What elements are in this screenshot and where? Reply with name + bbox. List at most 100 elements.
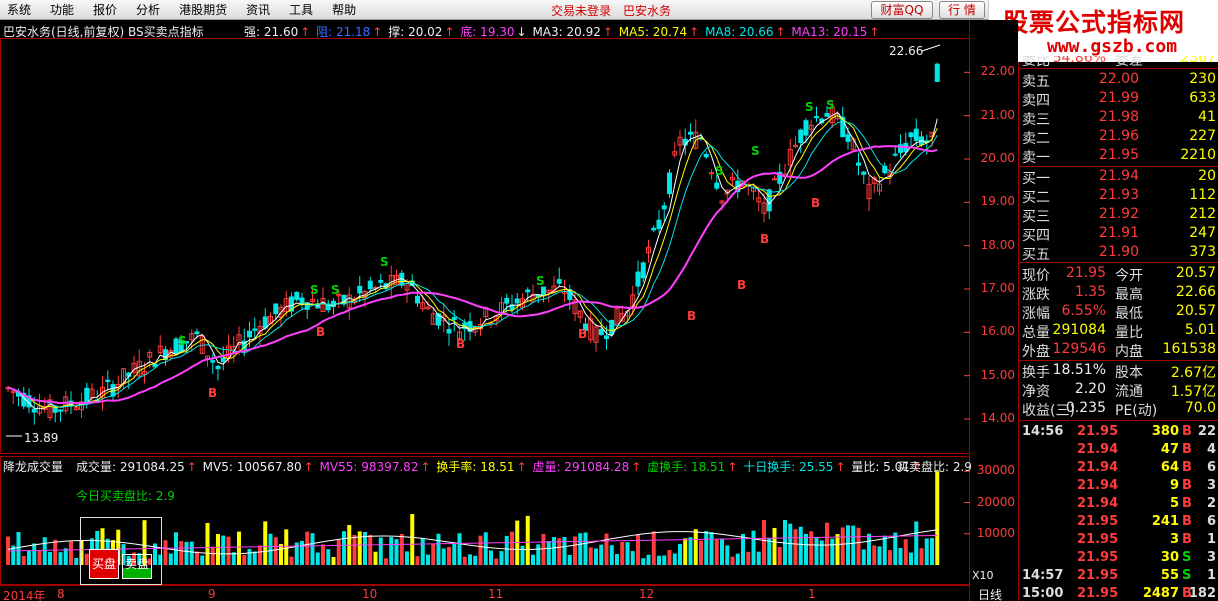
menu-help[interactable]: 帮助 <box>332 1 356 18</box>
quote-value: 20.57 <box>1175 265 1216 281</box>
ask-level-row[interactable]: 卖二 21.96 227 <box>1019 128 1218 147</box>
candle-body <box>367 280 373 290</box>
menu-hk-futures[interactable]: 港股期货 <box>179 1 227 18</box>
fund-value: 18.51% <box>1052 362 1106 378</box>
wealth-qq-button[interactable]: 财富QQ <box>871 1 933 19</box>
tick-volume: 9 <box>1169 478 1179 493</box>
bid-level-row[interactable]: 买三 21.92 212 <box>1019 206 1218 225</box>
volume-bar <box>714 539 719 565</box>
volume-bar <box>888 550 892 565</box>
volume-bar <box>352 535 357 565</box>
volume-bar <box>247 548 252 565</box>
tick-time: 14:56 <box>1022 424 1064 439</box>
fundamental-row: 换手 18.51% 股本 2.67亿 <box>1019 362 1218 381</box>
volume-bar <box>494 558 499 565</box>
ma3-value: MA3: 20.92 <box>532 25 601 39</box>
quote-button[interactable]: 行 情 <box>939 1 985 19</box>
divider <box>1019 166 1218 167</box>
menu-analysis[interactable]: 分析 <box>136 1 160 18</box>
indicator-values: 强: 21.60 ↑ 阻: 21.18 ↑ 撑: 20.02 ↑ 底: 19.30 ↓ … <box>244 23 881 39</box>
volume-axis-label: 20000 <box>976 494 1015 509</box>
volume-bar <box>336 539 341 565</box>
menu-quote[interactable]: 报价 <box>93 1 117 18</box>
trade-login-status[interactable]: 交易未登录 <box>551 2 611 19</box>
volume-bar <box>504 535 509 565</box>
fundamental-row: 净资 2.20 流通 1.57亿 <box>1019 381 1218 400</box>
candle-body <box>861 171 867 175</box>
volume-bar <box>489 550 493 565</box>
volume-bar <box>872 545 877 565</box>
volume-bar <box>237 531 241 565</box>
level-label: 卖三 <box>1022 112 1050 128</box>
volume-bar <box>804 533 808 565</box>
menu-tools[interactable]: 工具 <box>289 1 313 18</box>
volume-bar <box>751 530 756 565</box>
volume-value: 成交量: 291084.25 <box>76 460 185 474</box>
sell-signal-mark: S <box>751 144 760 158</box>
level-price: 21.91 <box>1098 225 1139 241</box>
kline-chart-canvas[interactable]: SS SSSSSS SBBBBBBBB <box>0 20 1018 601</box>
up-arrow-icon: ↑ <box>869 25 880 39</box>
menu-news[interactable]: 资讯 <box>246 1 270 18</box>
bid-level-row[interactable]: 买五 21.90 373 <box>1019 244 1218 263</box>
volume-bar <box>667 549 672 565</box>
volume-bar <box>777 547 782 565</box>
level-price: 21.94 <box>1098 168 1139 184</box>
ask-level-row[interactable]: 卖一 21.95 2210 <box>1019 147 1218 166</box>
tick-count: 4 <box>1206 442 1216 457</box>
period-tab[interactable]: 日线 <box>978 586 1002 601</box>
volume-bar <box>683 538 688 565</box>
quote-label: 最低 <box>1115 306 1143 322</box>
volume-bar <box>478 535 483 565</box>
sell-signal-mark: S <box>805 100 814 114</box>
bid-level-row[interactable]: 买二 21.93 112 <box>1019 187 1218 206</box>
menu-system[interactable]: 系统 <box>7 1 31 18</box>
volume-bar <box>326 549 331 565</box>
volume-bar <box>615 553 619 565</box>
quote-label: 总量 <box>1022 325 1050 341</box>
current-stock-link[interactable]: 巴安水务 <box>623 2 671 19</box>
ask-level-row[interactable]: 卖五 22.00 230 <box>1019 71 1218 90</box>
volume-bar <box>42 537 47 565</box>
volume-values: 成交量: 291084.25 ↑ MV5: 100567.80 ↑ MV55: 98… <box>76 458 924 474</box>
level-volume: 20 <box>1198 168 1216 184</box>
chart-area[interactable]: SSSSSSSSSBBBBBBBB 巴安水务(日线,前复权) BS买卖点指标 强… <box>0 20 1018 601</box>
volume-bar <box>651 531 656 565</box>
volume-bar <box>877 546 882 565</box>
volume-bar <box>882 535 887 565</box>
bid-level-row[interactable]: 买四 21.91 247 <box>1019 225 1218 244</box>
up-arrow-icon: ↑ <box>727 460 738 474</box>
volume-bar <box>457 533 462 565</box>
ma13-line <box>7 145 938 405</box>
ask-level-row[interactable]: 卖三 21.98 41 <box>1019 109 1218 128</box>
candle-body <box>814 116 819 119</box>
volume-bar <box>730 556 735 565</box>
candle-body <box>105 379 111 383</box>
volume-bar <box>746 551 751 565</box>
tick-count: 3 <box>1206 478 1216 493</box>
cheng-value: 撑: 20.02 <box>388 25 443 39</box>
volume-bar <box>189 541 194 565</box>
mv55-value: MV55: 98397.82 <box>319 460 419 474</box>
candle-body <box>415 295 420 304</box>
volume-bar <box>856 527 861 565</box>
ma8-value: MA8: 20.66 <box>705 25 774 39</box>
date-label-sep: 9 <box>208 587 216 601</box>
qiang-value: 强: 21.60 <box>244 25 299 39</box>
menu-function[interactable]: 功能 <box>50 1 74 18</box>
up-arrow-icon: ↑ <box>775 25 786 39</box>
high-marker-line <box>921 44 941 52</box>
quote-value: 21.95 <box>1065 265 1106 281</box>
up-arrow-icon: ↑ <box>303 460 314 474</box>
candle-body <box>803 120 809 136</box>
volume-bar <box>678 543 682 565</box>
volume-bar <box>630 551 635 565</box>
tick-volume: 3 <box>1169 532 1179 547</box>
ask-level-row[interactable]: 卖四 21.99 633 <box>1019 90 1218 109</box>
level-volume: 41 <box>1198 109 1216 125</box>
level-price: 21.93 <box>1098 187 1139 203</box>
quote-label: 涨幅 <box>1022 306 1050 322</box>
buy-signal-mark: B <box>208 386 217 400</box>
volume-bar <box>174 532 178 565</box>
bid-level-row[interactable]: 买一 21.94 20 <box>1019 168 1218 187</box>
